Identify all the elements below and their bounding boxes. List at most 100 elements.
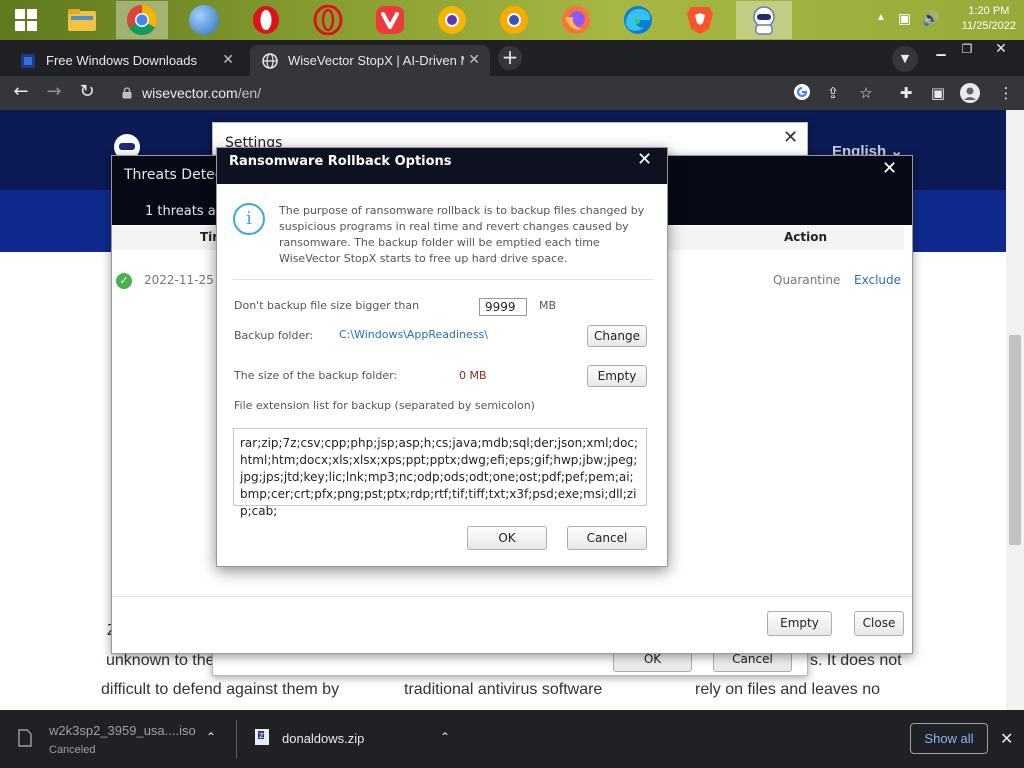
system-tray: ▲ ▣ 🔊 1:20 PM 11/25/2022 [874,0,1024,40]
bg-text: rely on files and leaves no [695,681,880,698]
bg-text: unknown to the [106,652,215,669]
threats-empty-button[interactable]: Empty [767,611,832,636]
tray-overflow-icon[interactable]: ▲ [876,12,886,23]
extension-list-textarea[interactable]: rar;zip;7z;csv;cpp;php;jsp;asp;h;cs;java… [233,428,647,518]
backup-folder-label: Backup folder: [234,329,314,342]
extensions-puzzle-icon[interactable]: ✚ [896,83,916,103]
opera-icon[interactable] [240,1,292,39]
profile-avatar-icon[interactable] [960,83,980,103]
download-bar-close-icon[interactable]: ✕ [1000,729,1013,749]
tab-close-icon[interactable]: ✕ [468,51,480,68]
row-time: 2022-11-25 1 [144,273,226,287]
divider [112,596,912,597]
download-name: donaldows.zip [282,731,365,746]
size-limit-label: Don't backup file size bigger than [234,299,420,312]
clock[interactable]: 1:20 PM 11/25/2022 [962,4,1016,34]
restore-button[interactable]: ❐ [954,42,980,56]
change-folder-button[interactable]: Change [587,325,647,347]
download-name: w2k3sp2_3959_usa....iso [49,723,196,738]
extension-list-label: File extension list for backup (separate… [234,399,535,412]
downloads-favicon-icon [21,53,35,68]
chevron-up-icon[interactable]: ⌃ [440,730,450,744]
window-close-button[interactable]: ✕ [984,42,1018,56]
minimize-button[interactable]: ▁ [928,42,954,56]
divider [236,720,237,758]
file-explorer-icon[interactable] [56,1,108,39]
volume-icon[interactable]: 🔊 [922,10,939,27]
bookmark-star-icon[interactable]: ☆ [856,83,876,103]
bg-text: difficult to defend against them by [101,681,340,698]
dialog-header: Ransomware Rollback Options ✕ [217,148,667,184]
wisevector-icon[interactable] [736,1,792,39]
row-status: Quarantine [773,273,841,287]
ransomware-dialog: Ransomware Rollback Options ✕ i The purp… [216,147,668,567]
lock-icon [122,87,132,99]
zip-file-icon: Z [255,729,269,745]
url-host: wisevector.com [142,85,238,101]
chrome-canary-icon[interactable] [488,1,540,39]
bg-text: traditional antivirus software [404,681,603,698]
tab-title: WiseVector StopX | AI-Driven Ma [288,53,464,68]
size-limit-input[interactable]: 9999 [479,298,527,316]
divider [233,279,653,280]
share-icon[interactable]: ⇪ [823,83,843,103]
download-status: Canceled [49,744,96,756]
exclude-link[interactable]: Exclude [854,273,901,287]
globe-favicon-icon [262,52,278,69]
info-text: The purpose of ransomware rollback is to… [279,204,645,265]
clock-date: 11/25/2022 [961,20,1016,32]
vivaldi-icon[interactable] [364,1,416,39]
new-tab-button[interactable]: + [498,46,522,70]
folder-size-label: The size of the backup folder: [234,369,398,382]
forward-arrow-icon[interactable]: → [42,81,66,105]
scrollbar-thumb[interactable] [1009,335,1021,545]
back-arrow-icon[interactable]: ← [9,81,33,105]
url-path: /en/ [237,85,262,101]
settings-close-icon[interactable]: ✕ [783,129,798,147]
folder-size-value: 0 MB [459,369,487,382]
tab-free-windows-downloads[interactable]: Free Windows Downloads ✕ [8,45,244,76]
bg-text: s. It does not [810,652,902,669]
column-action: Action [784,230,828,244]
dialog-cancel-button[interactable]: Cancel [567,526,647,550]
edge-icon[interactable] [612,1,664,39]
tab-search-button[interactable]: ▼ [892,46,918,72]
tab-title: Free Windows Downloads [46,53,198,68]
dialog-ok-button[interactable]: OK [467,526,547,550]
tab-wisevector-stopx[interactable]: WiseVector StopX | AI-Driven Ma ✕ [250,45,490,76]
size-unit-label: MB [539,299,557,312]
empty-folder-button[interactable]: Empty [587,365,647,387]
svg-text:Z: Z [259,732,264,740]
chrome-beta-icon[interactable] [426,1,478,39]
tab-close-icon[interactable]: ✕ [222,51,234,68]
side-panel-icon[interactable]: ▣ [928,83,948,103]
globe-browser-icon[interactable] [178,1,230,39]
chevron-up-icon[interactable]: ⌃ [206,730,216,744]
show-all-button[interactable]: Show all [910,723,988,754]
check-circle-icon: ✓ [116,273,132,289]
threats-close-button[interactable]: Close [854,611,904,636]
chevron-down-icon: ▼ [900,52,910,65]
info-icon: i [233,203,265,235]
threats-close-icon[interactable]: ✕ [882,160,897,178]
chrome-icon[interactable] [116,1,168,39]
kebab-menu-icon[interactable]: ⋮ [996,83,1016,103]
brave-icon[interactable] [674,1,726,39]
taskbar: ▲ ▣ 🔊 1:20 PM 11/25/2022 [0,0,1024,40]
backup-folder-path[interactable]: C:\Windows\AppReadiness\ [339,328,488,341]
download-item[interactable]: w2k3sp2_3959_usa....iso Canceled ⌃ [0,710,232,768]
clock-time: 1:20 PM [968,5,1010,17]
file-icon [18,729,32,747]
address-bar: ← → ↻ wisevector.com/en/ ⇪ ☆ ✚ ▣ ⋮ [0,76,1024,110]
url-field[interactable]: wisevector.com/en/ [110,79,890,107]
firefox-icon[interactable] [550,1,602,39]
download-item[interactable]: Z donaldows.zip ⌃ [240,710,466,768]
google-icon[interactable] [792,83,812,103]
windows-start-icon[interactable] [0,1,52,39]
dialog-close-icon[interactable]: ✕ [637,151,652,169]
network-icon[interactable]: ▣ [898,10,911,27]
download-bar: w2k3sp2_3959_usa....iso Canceled ⌃ Z don… [0,710,1024,768]
dialog-title: Ransomware Rollback Options [229,154,452,169]
opera-outline-icon[interactable] [302,1,354,39]
reload-icon[interactable]: ↻ [75,81,99,105]
